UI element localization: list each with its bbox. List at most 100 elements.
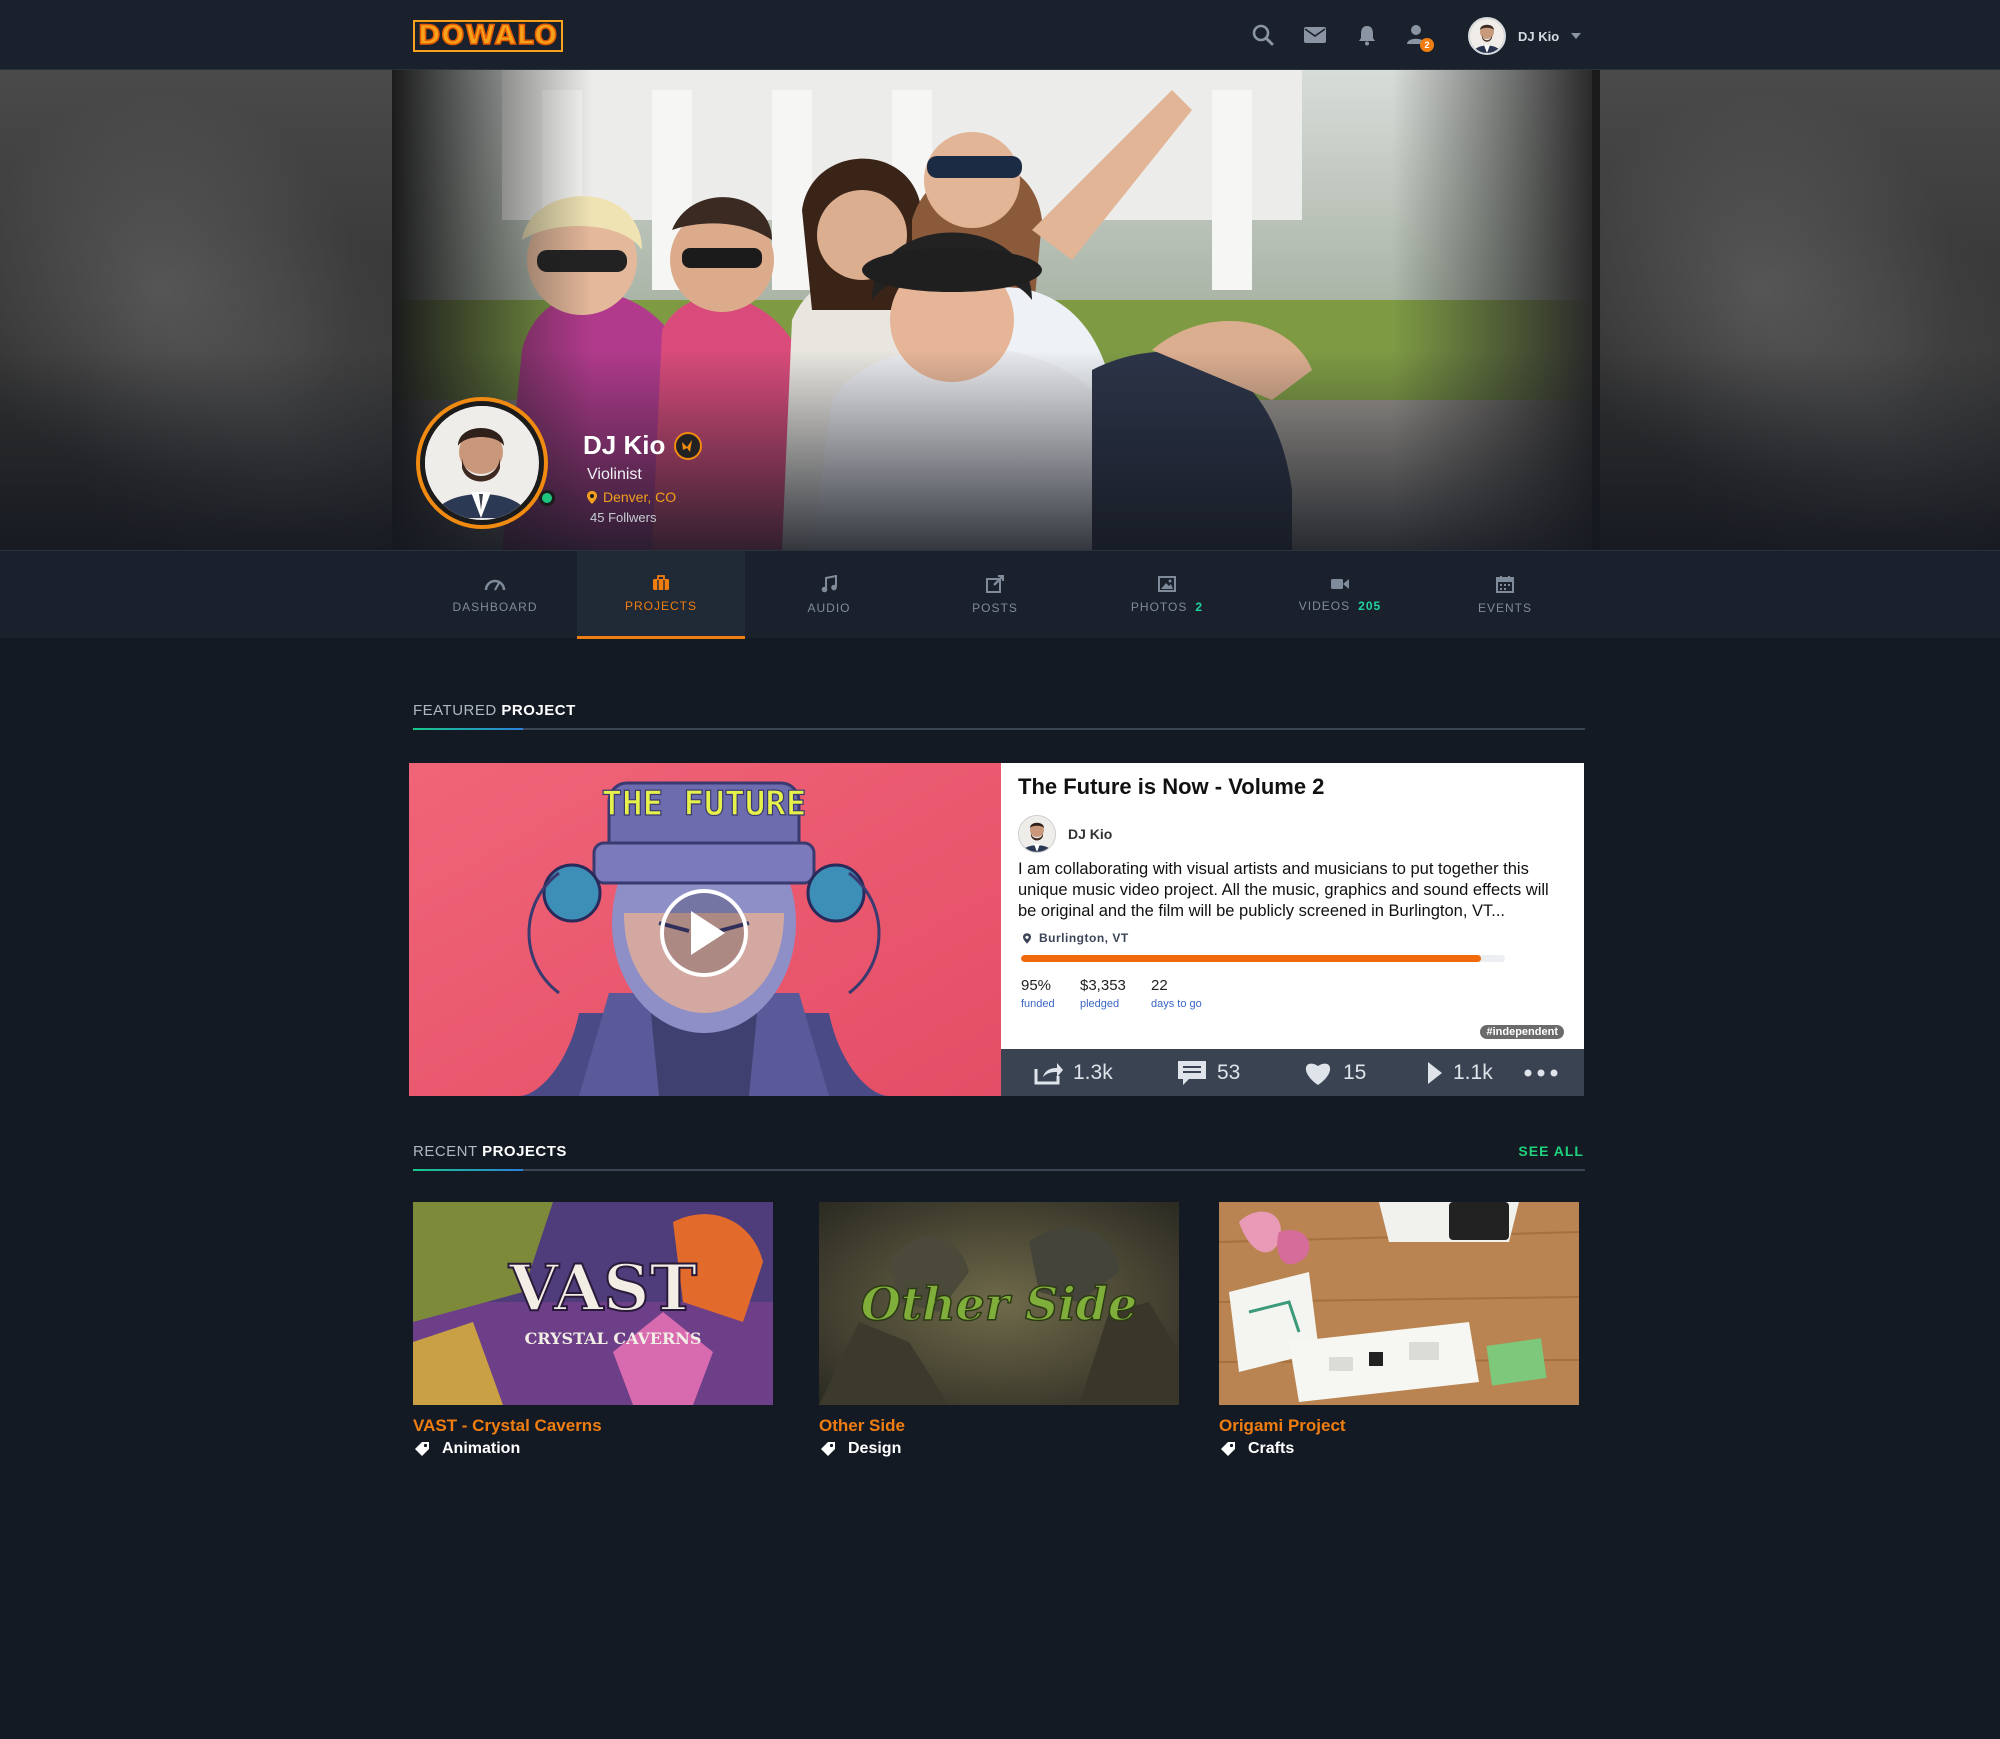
tab-label: DASHBOARD [452,600,538,614]
featured-project-author[interactable]: DJ Kio [1018,815,1112,853]
featured-engagement-bar: 1.3k 53 15 1.1k [1001,1049,1584,1096]
tag-icon [1221,1442,1235,1456]
featured-location-text: Burlington, VT [1039,931,1129,945]
project-category[interactable]: Design [820,1440,1179,1458]
stat-value: 22 [1151,977,1168,994]
verified-badge-icon [674,432,702,460]
cover-gradient [0,350,2000,550]
project-thumbnail[interactable]: VAST CRYSTAL CAVERNS [413,1202,773,1405]
edit-post-icon [986,575,1004,593]
more-icon [1524,1069,1558,1076]
author-avatar [1018,815,1056,853]
thumbnail-title-text: VAST [508,1251,697,1326]
profile-location-text: Denver, CO [603,489,677,505]
stat-funded: 95% funded [1021,977,1055,1010]
section-divider [413,1169,1585,1171]
section-divider [413,728,1585,730]
music-note-icon [821,575,837,593]
location-pin-icon [587,490,597,504]
tab-label: AUDIO [807,601,851,615]
project-thumbnail[interactable] [1219,1202,1579,1405]
chevron-down-icon [1571,33,1582,39]
profile-avatar[interactable] [416,397,548,529]
location-pin-icon [1023,932,1031,944]
stat-value: $3,353 [1080,977,1126,994]
featured-video-thumbnail: THE FUTURE [409,763,1001,1096]
video-camera-icon [1331,579,1349,589]
image-icon [1158,576,1176,592]
tab-audio[interactable]: AUDIO [745,551,913,639]
user-name: DJ Kio [1518,28,1560,44]
plays-button[interactable]: 1.1k [1427,1049,1493,1096]
play-count: 1.1k [1453,1060,1493,1084]
share-button[interactable]: 1.3k [1033,1049,1113,1096]
stat-label: pledged [1080,998,1120,1010]
heart-icon [1305,1063,1331,1085]
featured-project-title[interactable]: The Future is Now - Volume 2 [1018,774,1324,800]
stat-label: funded [1021,998,1055,1010]
more-options-button[interactable] [1524,1049,1558,1096]
featured-project-description: I am collaborating with visual artists a… [1018,860,1549,920]
bell-icon[interactable] [1354,22,1380,48]
featured-project-location: Burlington, VT [1023,931,1129,945]
tab-label: POSTS [972,601,1018,615]
project-thumbnail[interactable]: Other Side [819,1202,1179,1405]
tab-videos[interactable]: VIDEOS 205 [1256,551,1424,639]
online-status-indicator [539,490,555,506]
featured-project-card: The Future is Now - Volume 2 DJ Kio I am… [1001,763,1584,1049]
tab-dashboard[interactable]: DASHBOARD [411,551,579,639]
project-card: Other Side Other Side Design [819,1202,1179,1458]
thumbnail-subtitle-text: CRYSTAL CAVERNS [525,1329,702,1348]
friend-requests-icon[interactable]: 2 [1404,22,1434,52]
tab-events[interactable]: EVENTS [1421,551,1589,639]
hashtag-badge[interactable]: #independent [1480,1025,1564,1039]
tab-count: 205 [1358,599,1382,613]
tag-icon [415,1442,429,1456]
calendar-icon [1496,576,1514,593]
author-name: DJ Kio [1068,826,1113,842]
mail-icon[interactable] [1302,22,1328,48]
project-title[interactable]: Other Side [819,1416,1179,1436]
project-card: Origami Project Crafts [1219,1202,1579,1458]
dowalo-logo[interactable]: DOWALO [413,20,564,52]
play-count-icon [1428,1061,1442,1084]
comments-button[interactable]: 53 [1177,1049,1240,1096]
poster-title-text: THE FUTURE [602,784,807,824]
tab-posts[interactable]: POSTS [911,551,1079,639]
tab-label: PROJECTS [624,598,697,613]
like-count: 15 [1343,1060,1367,1084]
tab-projects[interactable]: PROJECTS [577,551,745,639]
briefcase-icon [653,574,669,590]
user-menu[interactable]: DJ Kio [1468,17,1582,55]
search-icon[interactable] [1250,22,1276,48]
profile-location: Denver, CO [587,489,676,505]
stat-label: days to go [1151,998,1202,1010]
like-button[interactable]: 15 [1303,1049,1366,1096]
friend-requests-badge: 2 [1420,38,1434,52]
stat-value: 95% [1021,977,1052,994]
project-category[interactable]: Animation [414,1440,773,1458]
tab-label: EVENTS [1477,601,1532,615]
tab-photos[interactable]: PHOTOS 2 [1083,551,1251,639]
profile-name: DJ Kio [583,430,666,460]
thumbnail-title-text: Other Side [861,1277,1137,1331]
tag-icon [821,1442,835,1456]
featured-video-player[interactable]: THE FUTURE [409,763,1001,1096]
tab-label: PHOTOS 2 [1130,600,1204,614]
tab-label: VIDEOS 205 [1298,599,1382,613]
dashboard-icon [484,579,506,591]
profile-followers[interactable]: 45 Follwers [590,510,656,525]
comment-count: 53 [1217,1060,1241,1084]
project-category[interactable]: Crafts [1220,1440,1579,1458]
share-count: 1.3k [1073,1060,1113,1084]
profile-tabs: DASHBOARD PROJECTS AUDIO POSTS PHOTOS 2 V… [0,550,2000,639]
tab-count: 2 [1195,600,1204,614]
stat-pledged: $3,353 pledged [1080,977,1126,1010]
project-title[interactable]: Origami Project [1219,1416,1579,1436]
funding-progress-bar [1021,955,1505,962]
project-card: VAST CRYSTAL CAVERNS VAST - Crystal Cave… [413,1202,773,1458]
see-all-link[interactable]: SEE ALL [1518,1143,1584,1159]
project-title[interactable]: VAST - Crystal Caverns [413,1416,773,1436]
featured-project-heading: FEATURED PROJECT [413,702,576,719]
profile-role: Violinist [587,466,642,483]
